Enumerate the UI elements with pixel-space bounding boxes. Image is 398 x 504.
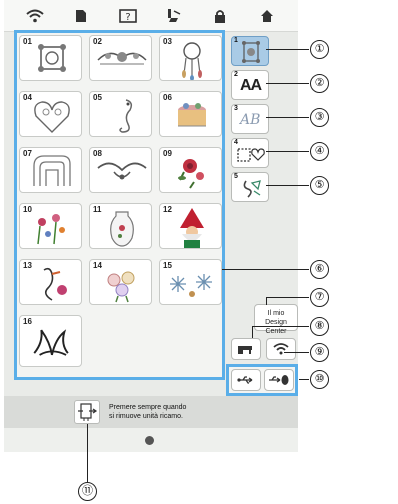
usb-port-button-1[interactable] — [231, 369, 261, 391]
message-area: Premere sempre quando si rimuove unità r… — [4, 396, 298, 428]
message-text: Premere sempre quando si rimuove unità r… — [109, 403, 186, 421]
category-button-3[interactable]: 3 AB — [231, 104, 269, 134]
snowflake-pattern-icon — [170, 274, 212, 297]
frame-pattern-icon — [237, 148, 265, 162]
callout-line-2 — [266, 83, 309, 84]
utility-pattern-icon — [243, 180, 261, 198]
seahorse-pattern-icon — [119, 99, 133, 133]
callout-line-8b — [252, 326, 253, 338]
embroidery-pattern-icon — [242, 41, 260, 63]
wireless-button[interactable] — [266, 338, 296, 360]
callout-7: ⑦ — [310, 288, 329, 307]
usb-icon — [237, 376, 253, 384]
callout-8: ⑧ — [310, 317, 329, 336]
pattern-cell-08[interactable]: 08 — [89, 147, 152, 193]
callout-5: ⑤ — [310, 176, 329, 195]
pattern-cell-09[interactable]: 09 — [159, 147, 222, 193]
help-icon[interactable]: ? — [114, 4, 142, 28]
callout-line-6 — [222, 269, 309, 270]
callout-10: ⑩ — [310, 370, 329, 389]
vase-pattern-icon — [110, 211, 134, 247]
quilting-swirl-pattern-icon — [33, 155, 71, 186]
design-center-line1: Il mio — [267, 310, 285, 317]
machine-screen: ? 01 02 03 04 05 06 07 08 09 10 11 12 13… — [4, 0, 298, 452]
pattern-cell-15[interactable]: 15 — [159, 259, 222, 305]
lock-icon[interactable] — [206, 4, 234, 28]
pattern-cell-12[interactable]: 12 — [159, 203, 222, 249]
wifi-icon — [273, 343, 289, 355]
sewing-machine-icon — [238, 346, 252, 354]
sewing-basket-pattern-icon — [178, 103, 206, 127]
top-toolbar: ? — [4, 0, 298, 32]
category-button-4[interactable]: 4 — [231, 138, 269, 168]
usb-port-button-2[interactable] — [264, 369, 294, 391]
lace-square-pattern-icon — [38, 44, 66, 72]
status-bar — [4, 428, 298, 452]
usb-port-group — [226, 364, 298, 396]
floral-border-pattern-icon — [97, 52, 147, 65]
rose-pattern-icon — [178, 159, 204, 189]
callout-line-7b — [266, 297, 267, 305]
embroidery-unit-button[interactable] — [74, 400, 100, 424]
callout-3: ③ — [310, 108, 329, 127]
callout-line-8 — [252, 326, 309, 327]
embroidery-unit-icon — [78, 403, 98, 421]
presser-foot-icon[interactable] — [160, 4, 188, 28]
scroll-ornament-pattern-icon — [97, 162, 147, 180]
callout-4: ④ — [310, 142, 329, 161]
callout-line-1 — [266, 49, 309, 50]
flower-bouquet-pattern-icon — [37, 214, 65, 245]
flower-cluster-pattern-icon — [107, 271, 135, 303]
clock-icon — [145, 436, 154, 445]
category-number: 3 — [234, 105, 238, 112]
callout-line-3 — [266, 117, 309, 118]
pattern-cell-10[interactable]: 10 — [19, 203, 82, 249]
pattern-grid: 01 02 03 04 05 06 07 08 09 10 11 12 13 1… — [14, 30, 225, 380]
message-line1: Premere sempre quando — [109, 404, 187, 411]
callout-line-11 — [87, 424, 88, 482]
pattern-cell-14[interactable]: 14 — [89, 259, 152, 305]
pattern-cell-03[interactable]: 03 — [159, 35, 222, 81]
svg-text:?: ? — [125, 12, 130, 23]
callout-11: ⑪ — [78, 482, 97, 501]
stork-pattern-icon — [43, 267, 67, 301]
usb-mouse-icon — [269, 375, 289, 385]
category-button-2[interactable]: 2 AA — [231, 70, 269, 100]
dreamcatcher-pattern-icon — [182, 42, 202, 80]
heart-lace-pattern-icon — [34, 101, 70, 133]
category-button-5[interactable]: 5 — [231, 172, 269, 202]
home-icon[interactable] — [253, 4, 281, 28]
callout-2: ② — [310, 74, 329, 93]
decorative-alphabet-icon: AB — [240, 112, 261, 128]
design-center-line2: Design Center — [265, 319, 287, 335]
pattern-cell-01[interactable]: 01 — [19, 35, 82, 81]
document-icon[interactable] — [67, 4, 95, 28]
callout-line-4 — [266, 151, 309, 152]
callout-line-10 — [299, 379, 309, 380]
pattern-cell-11[interactable]: 11 — [89, 203, 152, 249]
pattern-cell-02[interactable]: 02 — [89, 35, 152, 81]
pattern-cell-16[interactable]: 16 — [19, 315, 82, 367]
callout-line-9 — [284, 352, 309, 353]
tribal-flourish-pattern-icon — [33, 329, 69, 356]
category-button-1[interactable]: 1 — [231, 36, 269, 66]
category-number: 2 — [234, 71, 238, 78]
message-line2: si rimuove unità ricamo. — [109, 413, 183, 420]
pattern-cell-13[interactable]: 13 — [19, 259, 82, 305]
callout-line-5 — [266, 185, 309, 186]
pattern-cell-04[interactable]: 04 — [19, 91, 82, 137]
wifi-icon[interactable] — [21, 4, 49, 28]
gnome-pattern-icon — [180, 208, 204, 248]
callout-line-7 — [266, 297, 309, 298]
pattern-cell-07[interactable]: 07 — [19, 147, 82, 193]
callout-1: ① — [310, 40, 329, 59]
pattern-cell-06[interactable]: 06 — [159, 91, 222, 137]
callout-6: ⑥ — [310, 260, 329, 279]
alphabet-font-icon: AA — [240, 77, 262, 94]
sewing-machine-button[interactable] — [231, 338, 261, 360]
pattern-cell-05[interactable]: 05 — [89, 91, 152, 137]
callout-9: ⑨ — [310, 343, 329, 362]
